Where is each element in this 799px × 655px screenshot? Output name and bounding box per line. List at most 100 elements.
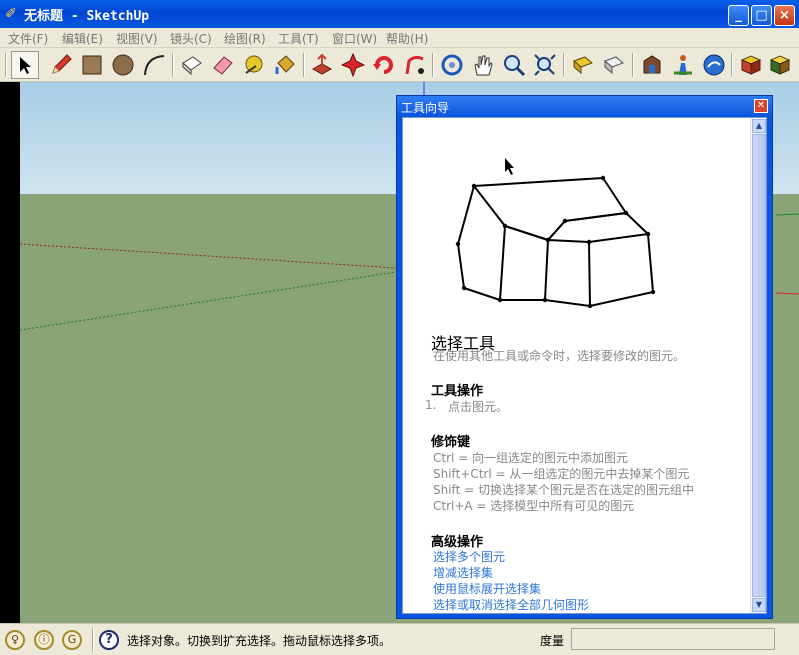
zoom-extents-button[interactable] <box>531 51 559 79</box>
tape-measure-icon <box>245 55 263 74</box>
menu-camera[interactable]: 镜头(C) <box>170 30 212 47</box>
measurements-box[interactable] <box>571 628 775 650</box>
previous-view-icon <box>573 56 593 75</box>
zoom-tool-button[interactable] <box>500 51 528 79</box>
component-icon <box>182 56 202 76</box>
previous-view-button[interactable] <box>569 51 597 79</box>
modifiers-heading: 修饰键 <box>431 435 471 450</box>
status-separator <box>92 628 94 652</box>
green-axis <box>775 213 799 216</box>
toolbar-separator <box>731 53 733 77</box>
tool-summary: 在使用其他工具或命令时，选择要修改的图元。 <box>433 349 686 363</box>
warehouse-icon <box>643 55 661 74</box>
magnifier-icon <box>504 55 526 77</box>
menu-help[interactable]: 帮助(H) <box>386 30 428 47</box>
arc-icon <box>144 55 165 76</box>
menu-file[interactable]: 文件(F) <box>8 30 48 47</box>
instructor-close-button[interactable]: ✕ <box>754 99 768 113</box>
select-tool-illustration <box>455 158 656 308</box>
rectangle-tool-button[interactable] <box>78 51 106 79</box>
pencil-icon <box>52 54 72 74</box>
menu-view[interactable]: 视图(V) <box>116 30 158 47</box>
instructor-title: 工具向导 <box>401 101 450 115</box>
scroll-down-button[interactable]: ▼ <box>752 598 766 612</box>
link-expand-selection[interactable]: 使用鼠标展开选择集 <box>433 580 541 597</box>
maximize-button[interactable]: □ <box>751 5 772 26</box>
modifier-ctrl-a: Ctrl+A = 选择模型中所有可见的图元 <box>433 499 635 513</box>
link-select-all-geometry[interactable]: 选择或取消选择全部几何图形 <box>433 596 589 613</box>
follow-me-icon <box>405 55 424 75</box>
move-icon <box>341 53 365 77</box>
measurements-label: 度量 <box>540 634 565 648</box>
green-axis-dotted <box>19 271 397 331</box>
help-icon[interactable]: ? <box>99 630 119 650</box>
menu-edit[interactable]: 编辑(E) <box>62 30 103 47</box>
cursor-arrow-icon <box>505 158 514 175</box>
eraser-tool-button[interactable] <box>209 51 237 79</box>
menu-window[interactable]: 窗口(W) <box>332 30 377 47</box>
instructor-content: 选择工具 在使用其他工具或命令时，选择要修改的图元。 工具操作 1. 点击图元。… <box>402 117 767 614</box>
cursor-arrow-icon <box>20 57 31 74</box>
menu-tools[interactable]: 工具(T) <box>278 30 319 47</box>
rectangle-icon <box>82 55 102 75</box>
tape-measure-button[interactable] <box>240 51 268 79</box>
person-icon <box>674 55 692 75</box>
toolbar-separator <box>172 53 174 77</box>
extension-icon <box>740 55 762 75</box>
operation-step: 点击图元。 <box>448 400 509 414</box>
get-models-button[interactable] <box>638 51 666 79</box>
link-modify-selection[interactable]: 增减选择集 <box>433 564 493 581</box>
orbit-icon <box>441 54 463 76</box>
minimize-button[interactable]: _ <box>728 5 749 26</box>
extension-warehouse-button[interactable] <box>737 51 765 79</box>
status-bar: ♀ ⓘ G ? 选择对象。切换到扩充选择。拖动鼠标选择多项。 度量 <box>0 623 799 655</box>
menu-draw[interactable]: 绘图(R) <box>224 30 266 47</box>
paint-bucket-button[interactable] <box>271 51 299 79</box>
toolbar-separator <box>303 53 305 77</box>
geo-location-icon[interactable]: ♀ <box>5 630 25 650</box>
title-bar: ✐ 无标题 - SketchUp _ □ × <box>0 0 799 28</box>
zoom-extents-icon <box>534 54 556 76</box>
scroll-thumb[interactable] <box>752 134 766 597</box>
window-title: 无标题 - SketchUp <box>24 9 150 24</box>
red-axis-dotted <box>19 243 397 269</box>
eraser-icon <box>213 56 233 75</box>
toolbar-separator <box>632 53 634 77</box>
instructor-scrollbar[interactable]: ▲ ▼ <box>750 118 766 613</box>
pan-tool-button[interactable] <box>469 51 497 79</box>
follow-me-button[interactable] <box>401 51 429 79</box>
paint-bucket-icon <box>275 55 295 74</box>
operations-heading: 工具操作 <box>431 384 484 399</box>
toolbar <box>0 48 799 82</box>
rotate-icon <box>373 56 393 74</box>
next-view-button[interactable] <box>600 51 628 79</box>
instructor-panel: 工具向导 ✕ 选择工具 在使用其他工具或命令时，选择要修改的图元。 工具操作 1… <box>396 95 773 619</box>
push-pull-button[interactable] <box>308 51 336 79</box>
orbit-tool-button[interactable] <box>438 51 466 79</box>
sign-in-icon[interactable]: G <box>62 630 82 650</box>
modifier-ctrl: Ctrl = 向一组选定的图元中添加图元 <box>433 451 629 465</box>
toolbar-separator <box>563 53 565 77</box>
pencil-tool-button[interactable] <box>47 51 75 79</box>
sketchup-logo-icon: ✐ <box>5 6 17 22</box>
operation-number: 1. <box>425 398 437 412</box>
credits-icon[interactable]: ⓘ <box>34 630 54 650</box>
share-model-button[interactable] <box>669 51 697 79</box>
toolbar-separator <box>5 53 7 77</box>
move-tool-button[interactable] <box>339 51 367 79</box>
select-tool-button[interactable] <box>11 51 39 79</box>
close-button[interactable]: × <box>774 5 795 26</box>
layout-button[interactable] <box>766 51 794 79</box>
arc-tool-button[interactable] <box>140 51 168 79</box>
push-pull-icon <box>311 53 333 75</box>
menu-bar: 文件(F) 编辑(E) 视图(V) 镜头(C) 绘图(R) 工具(T) 窗口(W… <box>0 28 799 48</box>
circle-icon <box>112 54 134 76</box>
rotate-tool-button[interactable] <box>370 51 398 79</box>
make-component-button[interactable] <box>178 51 206 79</box>
viewport-left-edge <box>0 82 20 623</box>
circle-tool-button[interactable] <box>109 51 137 79</box>
scroll-up-button[interactable]: ▲ <box>752 119 766 133</box>
link-select-multiple[interactable]: 选择多个图元 <box>433 548 505 565</box>
google-earth-button[interactable] <box>700 51 728 79</box>
modifier-shift-ctrl: Shift+Ctrl = 从一组选定的图元中去掉某个图元 <box>433 467 690 481</box>
